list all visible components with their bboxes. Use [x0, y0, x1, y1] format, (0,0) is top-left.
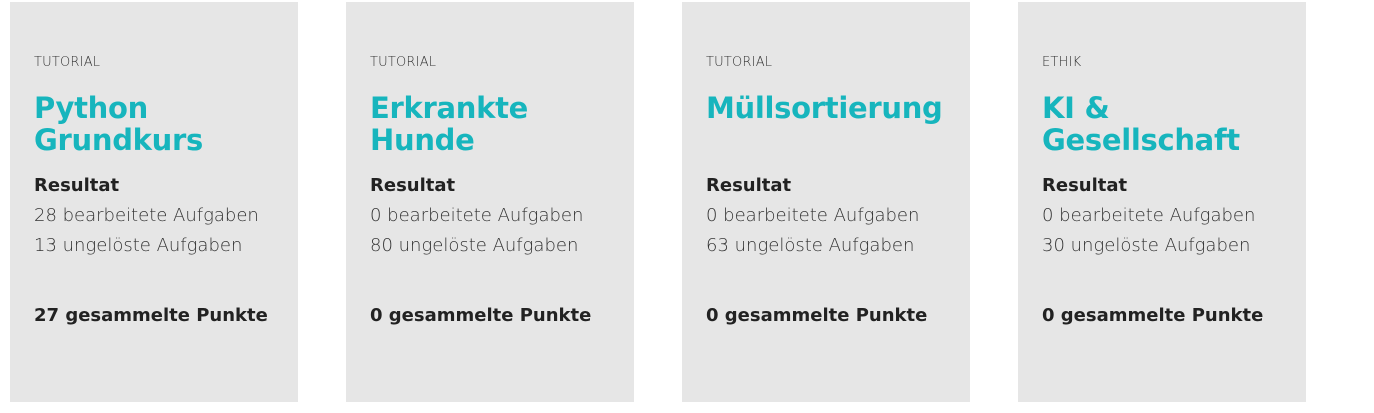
solved-tasks-count: 28 bearbeitete Aufgaben — [34, 205, 259, 226]
card-title[interactable]: Müllsortierung — [706, 92, 960, 124]
solved-tasks-count: 0 bearbeitete Aufgaben — [370, 205, 584, 226]
result-heading: Resultat — [34, 175, 120, 196]
course-card-ki-gesellschaft[interactable]: ETHIK KI & Gesellschaft Resultat 0 bearb… — [1018, 2, 1306, 402]
collected-points: 27 gesammelte Punkte — [34, 305, 268, 326]
unsolved-tasks-count: 63 ungelöste Aufgaben — [706, 235, 915, 256]
card-category: ETHIK — [1042, 55, 1082, 70]
card-category: TUTORIAL — [706, 55, 773, 70]
unsolved-tasks-count: 30 ungelöste Aufgaben — [1042, 235, 1251, 256]
collected-points: 0 gesammelte Punkte — [706, 305, 928, 326]
unsolved-tasks-count: 13 ungelöste Aufgaben — [34, 235, 243, 256]
course-card-python-grundkurs[interactable]: TUTORIAL Python Grundkurs Resultat 28 be… — [10, 2, 298, 402]
result-heading: Resultat — [706, 175, 792, 196]
collected-points: 0 gesammelte Punkte — [1042, 305, 1264, 326]
solved-tasks-count: 0 bearbeitete Aufgaben — [1042, 205, 1256, 226]
unsolved-tasks-count: 80 ungelöste Aufgaben — [370, 235, 579, 256]
solved-tasks-count: 0 bearbeitete Aufgaben — [706, 205, 920, 226]
course-card-erkrankte-hunde[interactable]: TUTORIAL Erkrankte Hunde Resultat 0 bear… — [346, 2, 634, 402]
result-heading: Resultat — [1042, 175, 1128, 196]
course-card-list: TUTORIAL Python Grundkurs Resultat 28 be… — [0, 0, 1374, 413]
card-title[interactable]: KI & Gesellschaft — [1042, 92, 1296, 156]
card-category: TUTORIAL — [34, 55, 101, 70]
card-title[interactable]: Python Grundkurs — [34, 92, 288, 156]
collected-points: 0 gesammelte Punkte — [370, 305, 592, 326]
result-heading: Resultat — [370, 175, 456, 196]
card-title[interactable]: Erkrankte Hunde — [370, 92, 624, 156]
card-category: TUTORIAL — [370, 55, 437, 70]
course-card-muellsortierung[interactable]: TUTORIAL Müllsortierung Resultat 0 bearb… — [682, 2, 970, 402]
